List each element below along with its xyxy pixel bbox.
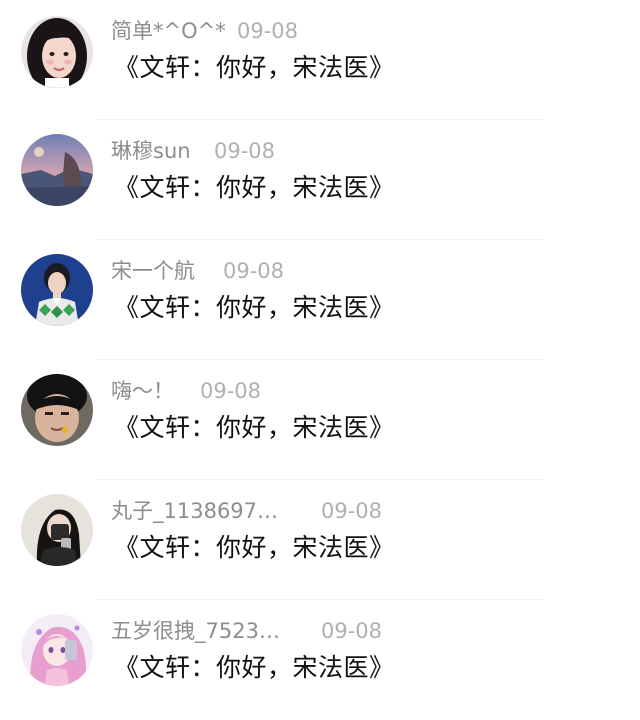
comment-date: 09-08 bbox=[321, 619, 383, 643]
comment-date: 09-08 bbox=[214, 139, 276, 163]
boy-selfie-avatar-icon[interactable] bbox=[21, 374, 93, 446]
comment-item: 五岁很拽_7523… 09-08 《文轩：你好，宋法医》 bbox=[0, 600, 640, 720]
comment-text: 《文轩：你好，宋法医》 bbox=[114, 533, 395, 562]
comment-item: 琳穆sun 09-08 《文轩：你好，宋法医》 bbox=[0, 120, 640, 240]
comment-item: 嗨～！ 09-08 《文轩：你好，宋法医》 bbox=[0, 360, 640, 480]
girl-avatar-icon[interactable] bbox=[21, 16, 93, 88]
comment-meta: 丸子_1138697… 09-08 bbox=[111, 497, 611, 525]
comment-text: 《文轩：你好，宋法医》 bbox=[114, 293, 395, 322]
comment-text: 《文轩：你好，宋法医》 bbox=[114, 53, 395, 82]
boy-sweater-avatar-icon[interactable] bbox=[21, 254, 93, 326]
comment-meta: 简单*^O^* 09-08 bbox=[111, 17, 611, 45]
comment-list: 简单*^O^* 09-08 《文轩：你好，宋法医》 琳穆sun 09-08 《文… bbox=[0, 0, 640, 705]
username[interactable]: 琳穆sun bbox=[111, 137, 191, 165]
username[interactable]: 简单*^O^* bbox=[111, 17, 226, 45]
username[interactable]: 丸子_1138697… bbox=[111, 497, 278, 525]
mirror-selfie-avatar-icon[interactable] bbox=[21, 494, 93, 566]
comment-text: 《文轩：你好，宋法医》 bbox=[114, 653, 395, 682]
username[interactable]: 嗨～！ bbox=[111, 377, 174, 405]
username[interactable]: 五岁很拽_7523… bbox=[111, 617, 280, 645]
anime-girl-avatar-icon[interactable] bbox=[21, 614, 93, 686]
landscape-avatar-icon[interactable] bbox=[21, 134, 93, 206]
comment-date: 09-08 bbox=[223, 259, 285, 283]
comment-item: 丸子_1138697… 09-08 《文轩：你好，宋法医》 bbox=[0, 480, 640, 600]
comment-item: 简单*^O^* 09-08 《文轩：你好，宋法医》 bbox=[0, 0, 640, 120]
comment-text: 《文轩：你好，宋法医》 bbox=[114, 173, 395, 202]
comment-item: 宋一个航 09-08 《文轩：你好，宋法医》 bbox=[0, 240, 640, 360]
comment-meta: 嗨～！ 09-08 bbox=[111, 377, 611, 405]
comment-date: 09-08 bbox=[200, 379, 262, 403]
comment-meta: 琳穆sun 09-08 bbox=[111, 137, 611, 165]
comment-meta: 五岁很拽_7523… 09-08 bbox=[111, 617, 611, 645]
comment-meta: 宋一个航 09-08 bbox=[111, 257, 611, 285]
comment-date: 09-08 bbox=[237, 19, 299, 43]
comment-date: 09-08 bbox=[321, 499, 383, 523]
comment-text: 《文轩：你好，宋法医》 bbox=[114, 413, 395, 442]
username[interactable]: 宋一个航 bbox=[111, 257, 195, 285]
